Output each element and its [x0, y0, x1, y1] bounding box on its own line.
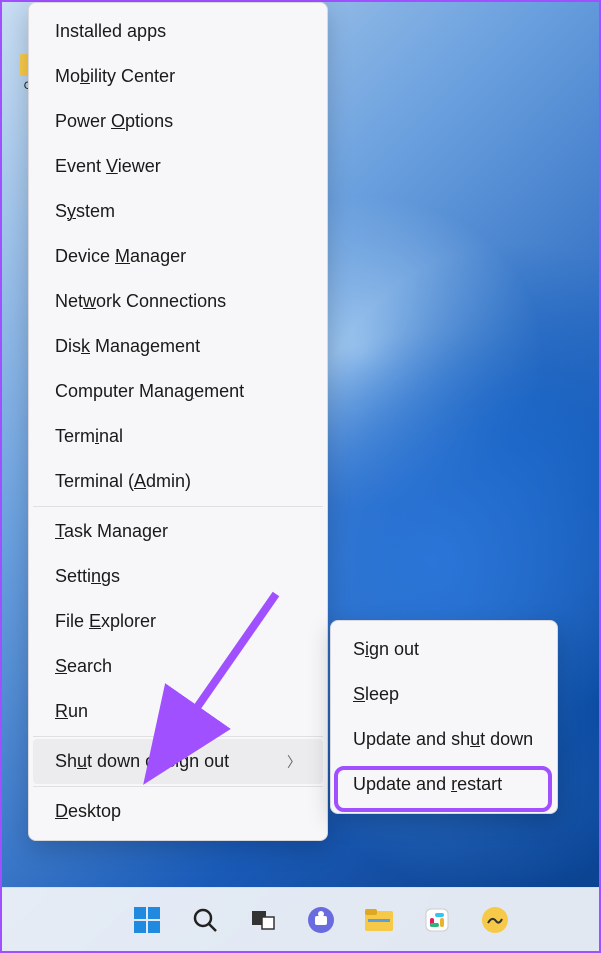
menu-item-label: Search [55, 656, 112, 677]
submenu-item-update-and-restart[interactable]: Update and restart [335, 762, 553, 807]
menu-item-label: Sleep [353, 684, 399, 704]
submenu-item-sleep[interactable]: Sleep [335, 672, 553, 717]
menu-item-search[interactable]: Search [33, 644, 323, 689]
task-view-icon[interactable] [246, 903, 280, 937]
menu-item-label: Network Connections [55, 291, 226, 312]
slack-icon[interactable] [420, 903, 454, 937]
menu-item-label: Sign out [353, 639, 419, 659]
menu-item-settings[interactable]: Settings [33, 554, 323, 599]
teams-icon[interactable] [304, 903, 338, 937]
menu-item-label: Computer Management [55, 381, 244, 402]
chevron-right-icon: 〉 [287, 752, 301, 772]
menu-item-label: Task Manager [55, 521, 168, 542]
menu-item-mobility-center[interactable]: Mobility Center [33, 54, 323, 99]
menu-item-label: Settings [55, 566, 120, 587]
shutdown-submenu: Sign out Sleep Update and shut down Update … [330, 620, 558, 814]
menu-item-terminal[interactable]: Terminal [33, 414, 323, 459]
taskbar [2, 887, 599, 951]
menu-item-label: Terminal [55, 426, 123, 447]
menu-item-device-manager[interactable]: Device Manager [33, 234, 323, 279]
menu-item-label: Update and restart [353, 774, 502, 794]
search-icon[interactable] [188, 903, 222, 937]
start-button[interactable] [130, 903, 164, 937]
menu-item-run[interactable]: Run [33, 689, 323, 734]
menu-item-computer-management[interactable]: Computer Management [33, 369, 323, 414]
submenu-item-update-and-shut-down[interactable]: Update and shut down [335, 717, 553, 762]
winx-context-menu: Installed apps Mobility Center Power Optio… [28, 2, 328, 841]
menu-item-label: Event Viewer [55, 156, 161, 177]
menu-item-label: Installed apps [55, 21, 166, 42]
menu-separator [33, 506, 323, 507]
menu-item-power-options[interactable]: Power Options [33, 99, 323, 144]
menu-item-label: Device Manager [55, 246, 186, 267]
menu-item-network-connections[interactable]: Network Connections [33, 279, 323, 324]
app-icon[interactable] [478, 903, 512, 937]
menu-item-task-manager[interactable]: Task Manager [33, 509, 323, 554]
menu-item-terminal-admin[interactable]: Terminal (Admin) [33, 459, 323, 504]
menu-item-installed-apps[interactable]: Installed apps [33, 9, 323, 54]
menu-item-label: Power Options [55, 111, 173, 132]
menu-item-label: Shut down or sign out [55, 751, 229, 772]
menu-item-label: Run [55, 701, 88, 722]
menu-separator [33, 736, 323, 737]
menu-item-label: File Explorer [55, 611, 156, 632]
menu-separator [33, 786, 323, 787]
menu-item-file-explorer[interactable]: File Explorer [33, 599, 323, 644]
menu-item-label: Update and shut down [353, 729, 533, 749]
file-explorer-icon[interactable] [362, 903, 396, 937]
menu-item-label: System [55, 201, 115, 222]
menu-item-system[interactable]: System [33, 189, 323, 234]
submenu-item-sign-out[interactable]: Sign out [335, 627, 553, 672]
menu-item-label: Terminal (Admin) [55, 471, 191, 492]
menu-item-label: Desktop [55, 801, 121, 822]
menu-item-shut-down-or-sign-out[interactable]: Shut down or sign out 〉 [33, 739, 323, 784]
menu-item-label: Disk Management [55, 336, 200, 357]
menu-item-event-viewer[interactable]: Event Viewer [33, 144, 323, 189]
menu-item-label: Mobility Center [55, 66, 175, 87]
menu-item-desktop[interactable]: Desktop [33, 789, 323, 834]
menu-item-disk-management[interactable]: Disk Management [33, 324, 323, 369]
